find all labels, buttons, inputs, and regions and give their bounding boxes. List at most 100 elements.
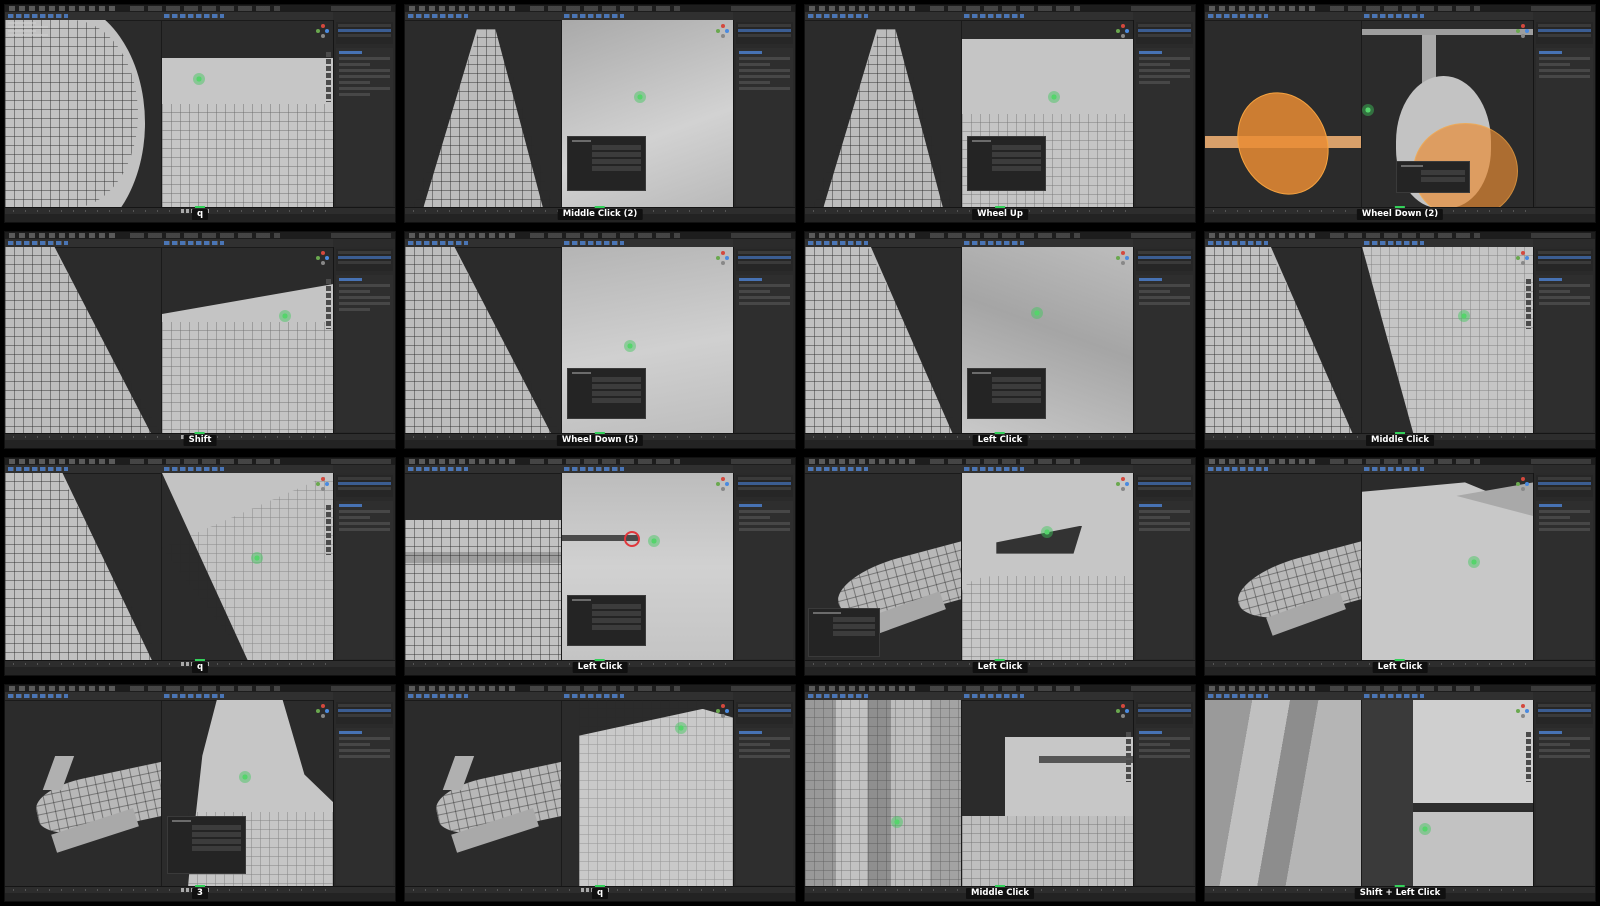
navigation-gizmo-icon[interactable] — [315, 24, 330, 46]
outliner[interactable] — [1535, 22, 1593, 44]
viewport-left[interactable] — [405, 20, 561, 208]
viewport-right[interactable] — [1361, 20, 1534, 208]
workspace-tabs[interactable] — [130, 459, 280, 464]
modifier-panel[interactable] — [808, 608, 881, 657]
operator-panel[interactable] — [967, 368, 1047, 420]
header-buttons[interactable] — [408, 467, 468, 471]
scene-selector[interactable] — [731, 685, 791, 691]
operator-panel[interactable] — [967, 136, 1047, 191]
menu-items[interactable] — [1209, 685, 1319, 691]
header-buttons[interactable] — [164, 14, 224, 18]
viewport-left[interactable] — [805, 473, 961, 661]
workspace-tabs[interactable] — [530, 232, 680, 238]
workspace-tabs[interactable] — [1330, 232, 1480, 238]
workspace-tabs[interactable] — [930, 459, 1080, 464]
navigation-gizmo-icon[interactable] — [1515, 477, 1530, 499]
scene-selector[interactable] — [731, 459, 791, 464]
scene-selector[interactable] — [1131, 232, 1191, 238]
header-buttons[interactable] — [8, 467, 68, 471]
outliner[interactable] — [335, 701, 393, 724]
properties-panel[interactable] — [1535, 274, 1593, 432]
header-buttons[interactable] — [964, 240, 1024, 245]
properties-panel[interactable] — [335, 501, 393, 659]
menu-items[interactable] — [809, 232, 919, 238]
viewport-left[interactable] — [405, 246, 561, 434]
viewport-left[interactable] — [405, 700, 561, 888]
scene-selector[interactable] — [331, 685, 391, 691]
viewport-tools[interactable] — [325, 505, 331, 555]
scene-selector[interactable] — [1131, 459, 1191, 464]
workspace-tabs[interactable] — [1330, 685, 1480, 691]
header-buttons[interactable] — [964, 14, 1024, 18]
navigation-gizmo-icon[interactable] — [715, 703, 730, 726]
viewport-tools[interactable] — [325, 278, 331, 329]
scene-selector[interactable] — [1531, 6, 1591, 11]
header-buttons[interactable] — [564, 467, 624, 471]
operator-panel[interactable] — [1396, 160, 1471, 193]
outliner[interactable] — [1135, 475, 1193, 497]
header-buttons[interactable] — [808, 14, 868, 18]
navigation-gizmo-icon[interactable] — [715, 24, 730, 46]
workspace-tabs[interactable] — [130, 685, 280, 691]
menu-items[interactable] — [9, 459, 119, 464]
properties-panel[interactable] — [735, 48, 793, 206]
viewport-left[interactable] — [5, 473, 161, 661]
viewport-tools[interactable] — [1525, 278, 1531, 329]
workspace-tabs[interactable] — [530, 685, 680, 691]
header-buttons[interactable] — [1364, 693, 1424, 698]
menu-items[interactable] — [1209, 459, 1319, 464]
viewport-left[interactable] — [1205, 20, 1361, 208]
viewport-left[interactable] — [1205, 699, 1361, 887]
viewport-right[interactable] — [161, 20, 334, 208]
header-buttons[interactable] — [164, 467, 224, 471]
properties-panel[interactable] — [1535, 727, 1593, 885]
viewport-left[interactable] — [405, 473, 561, 661]
viewport-left[interactable] — [805, 246, 961, 434]
operator-panel[interactable] — [567, 368, 647, 420]
menu-items[interactable] — [1209, 232, 1319, 238]
properties-panel[interactable] — [335, 48, 393, 206]
menu-items[interactable] — [809, 685, 919, 691]
operator-panel[interactable] — [567, 594, 647, 646]
viewport-right[interactable] — [161, 246, 334, 434]
properties-panel[interactable] — [1135, 274, 1193, 432]
workspace-tabs[interactable] — [930, 6, 1080, 11]
viewport-left[interactable] — [805, 699, 961, 887]
workspace-tabs[interactable] — [1330, 459, 1480, 464]
header-buttons[interactable] — [164, 693, 224, 698]
viewport-right[interactable] — [161, 473, 334, 661]
header-buttons[interactable] — [964, 467, 1024, 471]
viewport-right[interactable] — [561, 473, 734, 661]
navigation-gizmo-icon[interactable] — [315, 477, 330, 499]
menu-items[interactable] — [409, 685, 519, 691]
scene-selector[interactable] — [1131, 685, 1191, 691]
viewport-right[interactable] — [1361, 473, 1534, 661]
scene-selector[interactable] — [731, 232, 791, 238]
navigation-gizmo-icon[interactable] — [315, 703, 330, 726]
viewport-right[interactable] — [961, 699, 1134, 887]
menu-items[interactable] — [409, 459, 519, 464]
scene-selector[interactable] — [331, 459, 391, 464]
menu-items[interactable] — [1209, 6, 1319, 11]
outliner[interactable] — [735, 22, 793, 44]
menu-items[interactable] — [9, 6, 119, 11]
viewport-right[interactable] — [961, 20, 1134, 208]
navigation-gizmo-icon[interactable] — [1515, 250, 1530, 273]
outliner[interactable] — [735, 248, 793, 271]
menu-items[interactable] — [809, 459, 919, 464]
workspace-tabs[interactable] — [130, 232, 280, 238]
header-buttons[interactable] — [808, 693, 868, 698]
outliner[interactable] — [1135, 248, 1193, 271]
outliner[interactable] — [1535, 248, 1593, 271]
outliner[interactable] — [335, 248, 393, 271]
outliner[interactable] — [735, 701, 793, 724]
viewport-right[interactable] — [561, 20, 734, 208]
header-buttons[interactable] — [1208, 240, 1268, 245]
navigation-gizmo-icon[interactable] — [1115, 477, 1130, 499]
navigation-gizmo-icon[interactable] — [1515, 703, 1530, 726]
scene-selector[interactable] — [331, 6, 391, 11]
properties-panel[interactable] — [1535, 501, 1593, 659]
viewport-right[interactable] — [961, 246, 1134, 434]
viewport-right[interactable] — [1361, 699, 1534, 887]
navigation-gizmo-icon[interactable] — [715, 250, 730, 273]
